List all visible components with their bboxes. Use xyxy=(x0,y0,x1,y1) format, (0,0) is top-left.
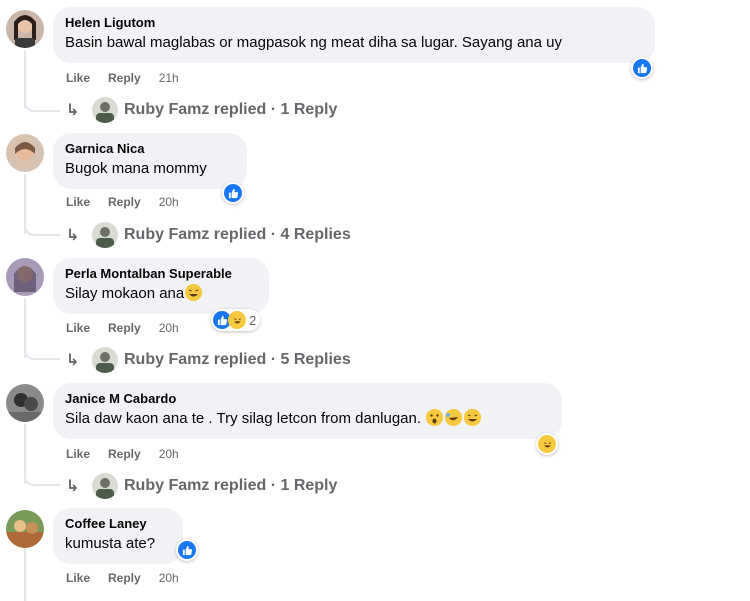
reply-button[interactable]: Reply xyxy=(108,447,141,461)
like-reaction-badge[interactable] xyxy=(222,182,244,204)
replies-summary[interactable]: Ruby Famz replied · 1 Reply xyxy=(124,101,337,119)
replies-summary[interactable]: Ruby Famz replied · 1 Reply xyxy=(124,477,337,495)
like-button[interactable]: Like xyxy=(66,321,90,335)
view-replies-link[interactable]: ↳ Ruby Famz replied · 5 Replies xyxy=(66,347,351,373)
comment-bubble: Helen Ligutom Basin bawal maglabas or ma… xyxy=(53,7,655,63)
replies-summary[interactable]: Ruby Famz replied · 5 Replies xyxy=(124,351,351,369)
haha-reaction-badge[interactable] xyxy=(536,433,558,455)
comment-actions: Like Reply 20h xyxy=(66,447,179,461)
comment-author[interactable]: Janice M Cabardo xyxy=(65,390,550,407)
avatar[interactable] xyxy=(6,510,44,548)
comment-bubble: Perla Montalban Superable Silay mokaon a… xyxy=(53,258,269,314)
comment-text: Bugok mana mommy xyxy=(65,160,207,177)
comment-actions: Like Reply 20h xyxy=(66,321,179,335)
avatar[interactable] xyxy=(6,384,44,422)
reply-arrow-icon: ↳ xyxy=(66,227,80,244)
thread-elbow xyxy=(24,90,60,112)
comment-text: Basin bawal maglabas or magpasok ng meat… xyxy=(65,34,562,51)
comment-author[interactable]: Perla Montalban Superable xyxy=(65,265,257,282)
thumbs-up-icon xyxy=(182,545,192,555)
like-reaction-badge[interactable] xyxy=(631,57,653,79)
view-replies-link[interactable]: ↳ Ruby Famz replied · 1 Reply xyxy=(66,97,337,123)
reply-button[interactable]: Reply xyxy=(108,71,141,85)
comment-author[interactable]: Garnica Nica xyxy=(65,140,235,157)
reply-avatar xyxy=(92,347,118,373)
comment-actions: Like Reply 21h xyxy=(66,71,179,85)
reply-button[interactable]: Reply xyxy=(108,571,141,585)
reply-arrow-icon: ↳ xyxy=(66,102,80,119)
reaction-count: 2 xyxy=(249,312,257,328)
comment-text-content: Silay mokaon ana xyxy=(65,285,185,302)
comment-text: kumusta ate? xyxy=(65,535,156,552)
like-reaction-badge[interactable] xyxy=(176,539,198,561)
comment-text: Sila daw kaon ana te . Try silag letcon … xyxy=(65,409,550,429)
haha-reaction-icon xyxy=(228,311,246,329)
comment-actions: Like Reply 20h xyxy=(66,571,179,585)
comment-text-content: Sila daw kaon ana te . Try silag letcon … xyxy=(65,410,422,427)
rofl-emoji-icon xyxy=(445,409,463,426)
reply-button[interactable]: Reply xyxy=(108,195,141,209)
comment-bubble: Garnica Nica Bugok mana mommy xyxy=(53,133,247,189)
like-button[interactable]: Like xyxy=(66,71,90,85)
thread-elbow xyxy=(24,464,60,486)
like-button[interactable]: Like xyxy=(66,447,90,461)
reactions-pill[interactable]: 2 xyxy=(211,309,261,331)
timestamp[interactable]: 20h xyxy=(159,571,179,585)
haha-icon xyxy=(543,441,551,447)
timestamp[interactable]: 20h xyxy=(159,321,179,335)
view-replies-link[interactable]: ↳ Ruby Famz replied · 4 Replies xyxy=(66,222,351,248)
reply-avatar xyxy=(92,97,118,123)
laughing-emoji-icon xyxy=(464,409,482,426)
comment-bubble: Janice M Cabardo Sila daw kaon ana te . … xyxy=(53,383,562,439)
like-button[interactable]: Like xyxy=(66,571,90,585)
comment-bubble: Coffee Laney kumusta ate? xyxy=(53,508,183,564)
comment-author[interactable]: Helen Ligutom xyxy=(65,14,643,31)
view-replies-link[interactable]: ↳ Ruby Famz replied · 1 Reply xyxy=(66,473,337,499)
reply-arrow-icon: ↳ xyxy=(66,478,80,495)
thumbs-up-icon xyxy=(637,63,647,73)
comment-actions: Like Reply 20h xyxy=(66,195,179,209)
reply-avatar xyxy=(92,222,118,248)
timestamp[interactable]: 20h xyxy=(159,195,179,209)
reply-avatar xyxy=(92,473,118,499)
thumbs-up-icon xyxy=(228,188,238,198)
replies-summary[interactable]: Ruby Famz replied · 4 Replies xyxy=(124,226,351,244)
reply-button[interactable]: Reply xyxy=(108,321,141,335)
laughing-emoji-icon xyxy=(185,284,203,301)
comment-text: Silay mokaon ana xyxy=(65,284,257,304)
thread-elbow xyxy=(24,214,60,236)
avatar[interactable] xyxy=(6,258,44,296)
thread-line xyxy=(24,548,26,601)
like-button[interactable]: Like xyxy=(66,195,90,209)
avatar[interactable] xyxy=(6,10,44,48)
surprised-emoji-icon xyxy=(426,409,444,426)
avatar[interactable] xyxy=(6,134,44,172)
thread-elbow xyxy=(24,338,60,360)
timestamp[interactable]: 21h xyxy=(159,71,179,85)
timestamp[interactable]: 20h xyxy=(159,447,179,461)
emoji-group xyxy=(426,409,482,427)
comment-author[interactable]: Coffee Laney xyxy=(65,515,171,532)
reply-arrow-icon: ↳ xyxy=(66,352,80,369)
